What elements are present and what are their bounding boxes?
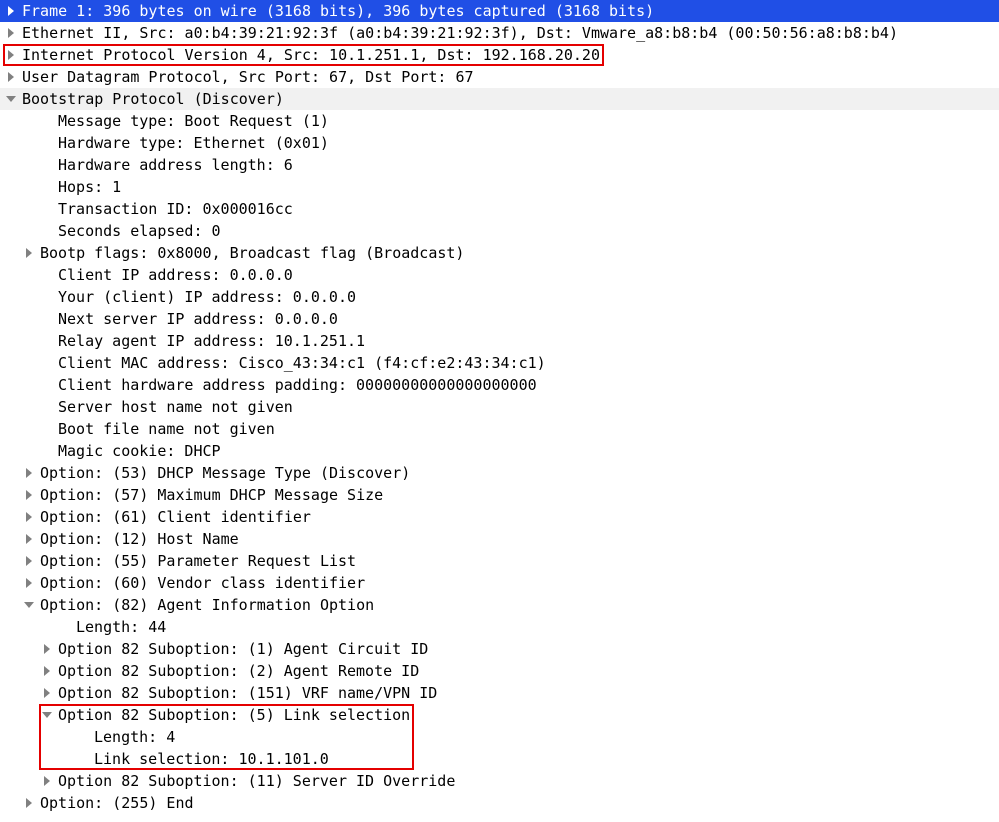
tree-row-label: Option 82 Suboption: (151) VRF name/VPN … — [54, 682, 437, 704]
tree-row[interactable]: Option: (82) Agent Information Option — [0, 594, 999, 616]
expand-icon[interactable] — [22, 468, 36, 478]
expand-icon[interactable] — [22, 490, 36, 500]
expand-icon[interactable] — [40, 776, 54, 786]
tree-row[interactable]: Server host name not given — [0, 396, 999, 418]
expand-icon[interactable] — [22, 534, 36, 544]
expand-icon[interactable] — [4, 28, 18, 38]
tree-row-label: Option: (12) Host Name — [36, 528, 239, 550]
tree-row-label: Message type: Boot Request (1) — [54, 110, 329, 132]
tree-row-label: Client hardware address padding: 0000000… — [54, 374, 537, 396]
tree-row[interactable]: Option: (57) Maximum DHCP Message Size — [0, 484, 999, 506]
tree-row-label: Link selection: 10.1.101.0 — [90, 748, 329, 770]
tree-row-label: Client IP address: 0.0.0.0 — [54, 264, 293, 286]
expand-icon[interactable] — [22, 512, 36, 522]
tree-row-label: Next server IP address: 0.0.0.0 — [54, 308, 338, 330]
expand-icon[interactable] — [22, 578, 36, 588]
tree-row-label: Option 82 Suboption: (1) Agent Circuit I… — [54, 638, 428, 660]
tree-row-label: Seconds elapsed: 0 — [54, 220, 221, 242]
collapse-icon[interactable] — [40, 710, 54, 720]
tree-row[interactable]: Client IP address: 0.0.0.0 — [0, 264, 999, 286]
tree-row-label: Option: (55) Parameter Request List — [36, 550, 356, 572]
tree-row-label: Bootstrap Protocol (Discover) — [18, 88, 284, 110]
tree-row[interactable]: Option: (55) Parameter Request List — [0, 550, 999, 572]
tree-row-label: Length: 44 — [72, 616, 166, 638]
tree-row[interactable]: Hops: 1 — [0, 176, 999, 198]
tree-row[interactable]: Option 82 Suboption: (5) Link selection — [0, 704, 999, 726]
tree-row[interactable]: Hardware address length: 6 — [0, 154, 999, 176]
tree-row-label: Option: (60) Vendor class identifier — [36, 572, 365, 594]
tree-row[interactable]: Next server IP address: 0.0.0.0 — [0, 308, 999, 330]
tree-row-label: User Datagram Protocol, Src Port: 67, Ds… — [18, 66, 474, 88]
tree-row[interactable]: Bootstrap Protocol (Discover) — [0, 88, 999, 110]
tree-row-label: Bootp flags: 0x8000, Broadcast flag (Bro… — [36, 242, 464, 264]
tree-row-label: Option 82 Suboption: (11) Server ID Over… — [54, 770, 455, 792]
tree-row[interactable]: Relay agent IP address: 10.1.251.1 — [0, 330, 999, 352]
tree-row[interactable]: Client MAC address: Cisco_43:34:c1 (f4:c… — [0, 352, 999, 374]
tree-row[interactable]: Magic cookie: DHCP — [0, 440, 999, 462]
tree-row[interactable]: Length: 4 — [0, 726, 999, 748]
tree-row-label: Option 82 Suboption: (5) Link selection — [54, 704, 410, 726]
tree-row-label: Option 82 Suboption: (2) Agent Remote ID — [54, 660, 419, 682]
expand-icon[interactable] — [40, 688, 54, 698]
tree-row-label: Ethernet II, Src: a0:b4:39:21:92:3f (a0:… — [18, 22, 898, 44]
expand-icon[interactable] — [40, 644, 54, 654]
expand-icon[interactable] — [40, 666, 54, 676]
highlight-box: Option 82 Suboption: (5) Link selectionL… — [0, 704, 999, 770]
tree-row[interactable]: Client hardware address padding: 0000000… — [0, 374, 999, 396]
tree-row-label: Option: (255) End — [36, 792, 194, 814]
tree-row-label: Client MAC address: Cisco_43:34:c1 (f4:c… — [54, 352, 546, 374]
tree-row[interactable]: Seconds elapsed: 0 — [0, 220, 999, 242]
tree-row[interactable]: User Datagram Protocol, Src Port: 67, Ds… — [0, 66, 999, 88]
tree-row[interactable]: Transaction ID: 0x000016cc — [0, 198, 999, 220]
tree-row-label: Hardware address length: 6 — [54, 154, 293, 176]
tree-row[interactable]: Ethernet II, Src: a0:b4:39:21:92:3f (a0:… — [0, 22, 999, 44]
collapse-icon[interactable] — [4, 94, 18, 104]
tree-row-label: Boot file name not given — [54, 418, 275, 440]
tree-row[interactable]: Internet Protocol Version 4, Src: 10.1.2… — [0, 44, 999, 66]
tree-row[interactable]: Hardware type: Ethernet (0x01) — [0, 132, 999, 154]
tree-row[interactable]: Option: (255) End — [0, 792, 999, 814]
tree-row-label: Server host name not given — [54, 396, 293, 418]
tree-row[interactable]: Option: (53) DHCP Message Type (Discover… — [0, 462, 999, 484]
tree-row[interactable]: Option 82 Suboption: (2) Agent Remote ID — [0, 660, 999, 682]
expand-icon[interactable] — [4, 72, 18, 82]
expand-icon[interactable] — [22, 248, 36, 258]
tree-row-label: Option: (61) Client identifier — [36, 506, 311, 528]
tree-row[interactable]: Option: (61) Client identifier — [0, 506, 999, 528]
expand-icon[interactable] — [22, 798, 36, 808]
tree-row[interactable]: Link selection: 10.1.101.0 — [0, 748, 999, 770]
tree-row[interactable]: Option 82 Suboption: (11) Server ID Over… — [0, 770, 999, 792]
tree-row[interactable]: Boot file name not given — [0, 418, 999, 440]
collapse-icon[interactable] — [22, 600, 36, 610]
tree-row-label: Option: (57) Maximum DHCP Message Size — [36, 484, 383, 506]
tree-row-label: Length: 4 — [90, 726, 175, 748]
tree-row[interactable]: Option: (12) Host Name — [0, 528, 999, 550]
tree-row-label: Your (client) IP address: 0.0.0.0 — [54, 286, 356, 308]
tree-row-label: Hops: 1 — [54, 176, 121, 198]
tree-row-label: Hardware type: Ethernet (0x01) — [54, 132, 329, 154]
tree-row[interactable]: Length: 44 — [0, 616, 999, 638]
expand-icon[interactable] — [22, 556, 36, 566]
tree-row-label: Frame 1: 396 bytes on wire (3168 bits), … — [18, 0, 654, 22]
expand-icon[interactable] — [4, 50, 18, 60]
tree-row-label: Option: (53) DHCP Message Type (Discover… — [36, 462, 410, 484]
tree-row[interactable]: Option: (60) Vendor class identifier — [0, 572, 999, 594]
tree-row-label: Internet Protocol Version 4, Src: 10.1.2… — [18, 44, 600, 66]
expand-icon[interactable] — [4, 6, 18, 16]
packet-details-pane[interactable]: Frame 1: 396 bytes on wire (3168 bits), … — [0, 0, 999, 814]
tree-row-label: Magic cookie: DHCP — [54, 440, 221, 462]
tree-row[interactable]: Your (client) IP address: 0.0.0.0 — [0, 286, 999, 308]
highlight-box: Internet Protocol Version 4, Src: 10.1.2… — [0, 44, 999, 66]
tree-row[interactable]: Bootp flags: 0x8000, Broadcast flag (Bro… — [0, 242, 999, 264]
tree-row-label: Relay agent IP address: 10.1.251.1 — [54, 330, 365, 352]
tree-row[interactable]: Option 82 Suboption: (1) Agent Circuit I… — [0, 638, 999, 660]
tree-row-label: Option: (82) Agent Information Option — [36, 594, 374, 616]
tree-row[interactable]: Message type: Boot Request (1) — [0, 110, 999, 132]
tree-row[interactable]: Frame 1: 396 bytes on wire (3168 bits), … — [0, 0, 999, 22]
tree-row-label: Transaction ID: 0x000016cc — [54, 198, 293, 220]
tree-row[interactable]: Option 82 Suboption: (151) VRF name/VPN … — [0, 682, 999, 704]
